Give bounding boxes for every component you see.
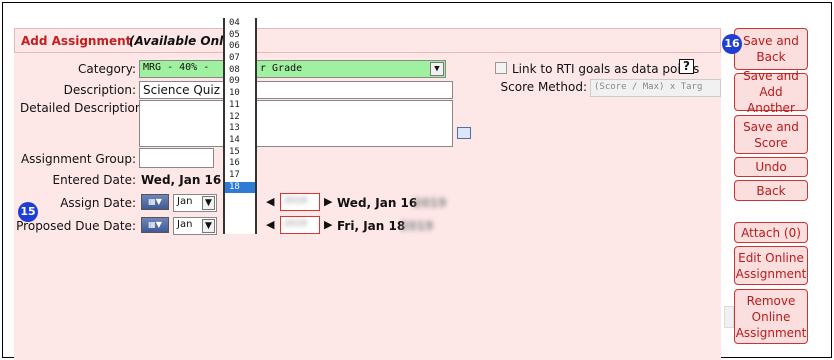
assign-month-value: Jan — [177, 196, 193, 207]
save-and-add-another-button[interactable]: Save and Add Another — [734, 69, 808, 115]
notes-icon[interactable] — [457, 127, 471, 139]
chevron-down-icon: ▼ — [202, 196, 215, 210]
day-option[interactable]: 17 — [225, 170, 255, 182]
page-title: Add Assignment — [21, 34, 132, 48]
undo-button[interactable]: Undo — [734, 157, 808, 177]
category-value-tail: r Grade — [260, 63, 303, 74]
edit-online-assignment-button[interactable]: Edit Online Assignment — [734, 246, 808, 285]
description-label: Description: — [63, 83, 136, 97]
detailed-description-label: Detailed Description: — [20, 101, 147, 115]
day-option[interactable]: 14 — [225, 135, 255, 147]
scroll-edge — [724, 306, 734, 328]
proposed-date-text: Fri, Jan 18 — [337, 219, 406, 233]
proposed-month-value: Jan — [177, 219, 193, 230]
calendar-icon[interactable]: ▦▼ — [141, 194, 169, 210]
day-option[interactable]: 06 — [225, 41, 255, 53]
day-option[interactable]: 12 — [225, 112, 255, 124]
calendar-icon[interactable]: ▦▼ — [141, 217, 169, 233]
day-option[interactable]: 15 — [225, 147, 255, 159]
day-option[interactable]: 07 — [225, 53, 255, 65]
proposed-year-value: 2019 — [284, 219, 307, 229]
proposed-date-year: 2019 — [400, 219, 434, 233]
chevron-down-icon: ▼ — [202, 219, 215, 233]
assign-date-text: Wed, Jan 16 — [337, 196, 418, 210]
rti-label: Link to RTI goals as data points — [512, 62, 700, 76]
day-option[interactable]: 13 — [225, 123, 255, 135]
day-option[interactable]: 08 — [225, 65, 255, 77]
day-option[interactable]: 10 — [225, 88, 255, 100]
chevron-down-icon: ▼ — [430, 62, 444, 76]
category-value: MRG - 40% - — [143, 62, 210, 73]
help-icon[interactable]: ? — [679, 59, 694, 74]
save-and-score-button[interactable]: Save and Score — [734, 115, 808, 154]
day-option[interactable]: 16 — [225, 158, 255, 170]
assign-year-value: 2019 — [284, 196, 307, 206]
arrow-right-icon[interactable]: ▶ — [324, 218, 332, 231]
step-badge-16: 16 — [722, 34, 742, 54]
category-select[interactable]: MRG - 40% - r Grade ▼ — [139, 60, 446, 78]
day-dropdown-list[interactable]: 04 05 06 07 08 09 10 11 12 13 14 15 16 1… — [223, 18, 257, 234]
proposed-year-input[interactable]: 2019 — [280, 216, 320, 234]
entered-date-value: Wed, Jan 16 2 — [141, 173, 234, 187]
day-option[interactable]: 09 — [225, 76, 255, 88]
proposed-month-select[interactable]: Jan ▼ — [173, 217, 217, 235]
assign-year-input[interactable]: 2019 — [280, 193, 320, 211]
attach-button[interactable]: Attach (0) — [734, 222, 808, 243]
detailed-description-textarea[interactable] — [139, 100, 453, 147]
back-button[interactable]: Back — [734, 180, 808, 201]
description-input[interactable]: Science Quiz - C — [139, 81, 453, 99]
score-method-label: Score Method: — [500, 80, 587, 94]
assign-date-year: 2019 — [413, 196, 447, 210]
score-method-field: (Score / Max) x Targ — [590, 79, 721, 97]
entered-date-label: Entered Date: — [52, 173, 136, 187]
arrow-left-icon[interactable]: ◀ — [266, 218, 274, 231]
day-option[interactable]: 11 — [225, 100, 255, 112]
assignment-group-label: Assignment Group: — [20, 152, 136, 166]
day-option[interactable]: 04 — [225, 18, 255, 30]
rti-checkbox[interactable] — [495, 62, 507, 74]
category-label: Category: — [78, 62, 136, 76]
day-option-selected[interactable]: 18 — [225, 181, 255, 194]
step-badge-15: 15 — [18, 202, 38, 222]
remove-online-assignment-button[interactable]: Remove Online Assignment — [734, 289, 808, 344]
assignment-group-input[interactable] — [139, 148, 214, 168]
assign-month-select[interactable]: Jan ▼ — [173, 194, 217, 212]
arrow-right-icon[interactable]: ▶ — [324, 195, 332, 208]
day-option[interactable]: 05 — [225, 30, 255, 42]
arrow-left-icon[interactable]: ◀ — [266, 195, 274, 208]
save-and-back-button[interactable]: Save and Back — [734, 28, 808, 70]
panel-header: Add Assignment (Available Online — [14, 28, 721, 53]
